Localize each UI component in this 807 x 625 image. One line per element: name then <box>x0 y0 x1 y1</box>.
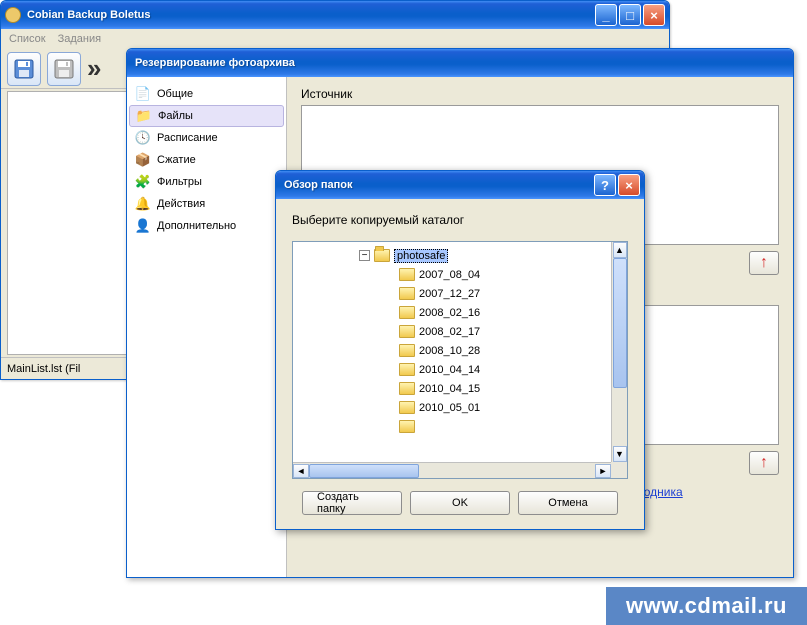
tree-root[interactable]: − photosafe <box>299 246 605 265</box>
clock-icon: 🕓 <box>135 130 151 146</box>
tree-root-label: photosafe <box>394 249 448 263</box>
scroll-thumb[interactable] <box>613 258 627 388</box>
close-button[interactable]: × <box>618 174 640 196</box>
watermark: www.cdmail.ru <box>606 587 807 625</box>
source-label: Источник <box>301 87 779 101</box>
tree-item[interactable]: 2010_04_14 <box>299 360 605 379</box>
tree-label: 2010_04_14 <box>419 364 480 376</box>
nav-label: Дополнительно <box>157 220 236 232</box>
btn-label: Создать папку <box>317 491 387 515</box>
folder-icon <box>399 401 415 414</box>
nav-actions[interactable]: 🔔 Действия <box>127 193 286 215</box>
main-menubar: Список Задания <box>1 29 669 49</box>
tree-label: 2007_08_04 <box>419 269 480 281</box>
collapse-icon[interactable]: − <box>359 250 370 261</box>
task-titlebar[interactable]: Резервирование фотоархива <box>127 49 793 77</box>
move-up-button-2[interactable]: ↑ <box>749 451 779 475</box>
package-icon: 📦 <box>135 152 151 168</box>
floppy-icon <box>54 59 74 79</box>
browse-titlebar[interactable]: Обзор папок ? × <box>276 171 644 199</box>
ok-button[interactable]: OK <box>410 491 510 515</box>
minimize-button[interactable]: _ <box>595 4 617 26</box>
tree-label: 2008_10_28 <box>419 345 480 357</box>
user-icon: 👤 <box>135 218 151 234</box>
folder-icon: 📁 <box>136 108 152 124</box>
nav-label: Общие <box>157 88 193 100</box>
maximize-button[interactable]: □ <box>619 4 641 26</box>
scroll-down-button[interactable]: ▼ <box>613 446 627 462</box>
status-text: MainList.lst (Fil <box>7 363 80 375</box>
bell-icon: 🔔 <box>135 196 151 212</box>
arrow-up-icon: ↑ <box>760 254 768 272</box>
scroll-right-button[interactable]: ► <box>595 464 611 478</box>
folder-icon <box>399 363 415 376</box>
tree-label: 2010_04_15 <box>419 383 480 395</box>
floppy-icon <box>14 59 34 79</box>
main-titlebar[interactable]: Cobian Backup Boletus _ □ × <box>1 1 669 29</box>
cancel-button[interactable]: Отмена <box>518 491 618 515</box>
arrow-up-icon: ↑ <box>760 454 768 472</box>
folder-icon <box>399 325 415 338</box>
folder-tree-container: − photosafe 2007_08_04 2007_12_27 2008_0… <box>292 241 628 479</box>
filter-icon: 🧩 <box>135 174 151 190</box>
nav-files[interactable]: 📁 Файлы <box>129 105 284 127</box>
folder-icon <box>399 382 415 395</box>
toolbar-more-icon[interactable]: » <box>87 53 101 84</box>
menu-list[interactable]: Список <box>9 33 46 45</box>
tree-label: 2008_02_17 <box>419 326 480 338</box>
tree-item[interactable]: 2010_05_01 <box>299 398 605 417</box>
tree-item[interactable]: 2007_08_04 <box>299 265 605 284</box>
toolbar-save-button[interactable] <box>7 52 41 86</box>
folder-icon <box>399 268 415 281</box>
tree-item[interactable]: 2010_04_15 <box>299 379 605 398</box>
browse-folders-dialog: Обзор папок ? × Выберите копируемый ката… <box>275 170 645 530</box>
folder-icon <box>399 344 415 357</box>
btn-label: OK <box>452 497 468 509</box>
scroll-left-button[interactable]: ◄ <box>293 464 309 478</box>
horizontal-scrollbar[interactable]: ◄ ► <box>293 462 611 478</box>
nav-compress[interactable]: 📦 Сжатие <box>127 149 286 171</box>
task-nav: 📄 Общие 📁 Файлы 🕓 Расписание 📦 Сжатие 🧩 Фильт… <box>127 77 287 577</box>
move-up-button[interactable]: ↑ <box>749 251 779 275</box>
tree-item[interactable]: 2008_02_17 <box>299 322 605 341</box>
main-title: Cobian Backup Boletus <box>27 9 593 21</box>
tree-label: 2010_05_01 <box>419 402 480 414</box>
help-button[interactable]: ? <box>594 174 616 196</box>
folder-open-icon <box>374 249 390 262</box>
nav-advanced[interactable]: 👤 Дополнительно <box>127 215 286 237</box>
scroll-thumb[interactable] <box>309 464 419 478</box>
scroll-corner <box>611 462 627 478</box>
app-icon <box>5 7 21 23</box>
nav-label: Расписание <box>157 132 218 144</box>
tree-item[interactable]: 2008_10_28 <box>299 341 605 360</box>
create-folder-button[interactable]: Создать папку <box>302 491 402 515</box>
btn-label: Отмена <box>548 497 587 509</box>
folder-icon <box>399 287 415 300</box>
browse-prompt: Выберите копируемый каталог <box>292 213 628 227</box>
nav-label: Файлы <box>158 110 193 122</box>
nav-schedule[interactable]: 🕓 Расписание <box>127 127 286 149</box>
close-button[interactable]: × <box>643 4 665 26</box>
nav-label: Сжатие <box>157 154 196 166</box>
nav-filters[interactable]: 🧩 Фильтры <box>127 171 286 193</box>
tree-item[interactable] <box>299 417 605 436</box>
folder-icon <box>399 420 415 433</box>
nav-general[interactable]: 📄 Общие <box>127 83 286 105</box>
tree-item[interactable]: 2007_12_27 <box>299 284 605 303</box>
task-title: Резервирование фотоархива <box>135 57 789 69</box>
nav-label: Фильтры <box>157 176 202 188</box>
folder-tree[interactable]: − photosafe 2007_08_04 2007_12_27 2008_0… <box>293 242 611 462</box>
nav-label: Действия <box>157 198 205 210</box>
scroll-up-button[interactable]: ▲ <box>613 242 627 258</box>
menu-tasks[interactable]: Задания <box>58 33 101 45</box>
tree-label: 2007_12_27 <box>419 288 480 300</box>
page-icon: 📄 <box>135 86 151 102</box>
toolbar-save2-button[interactable] <box>47 52 81 86</box>
vertical-scrollbar[interactable]: ▲ ▼ <box>611 242 627 462</box>
browse-title: Обзор папок <box>284 179 592 191</box>
tree-item[interactable]: 2008_02_16 <box>299 303 605 322</box>
tree-label: 2008_02_16 <box>419 307 480 319</box>
folder-icon <box>399 306 415 319</box>
